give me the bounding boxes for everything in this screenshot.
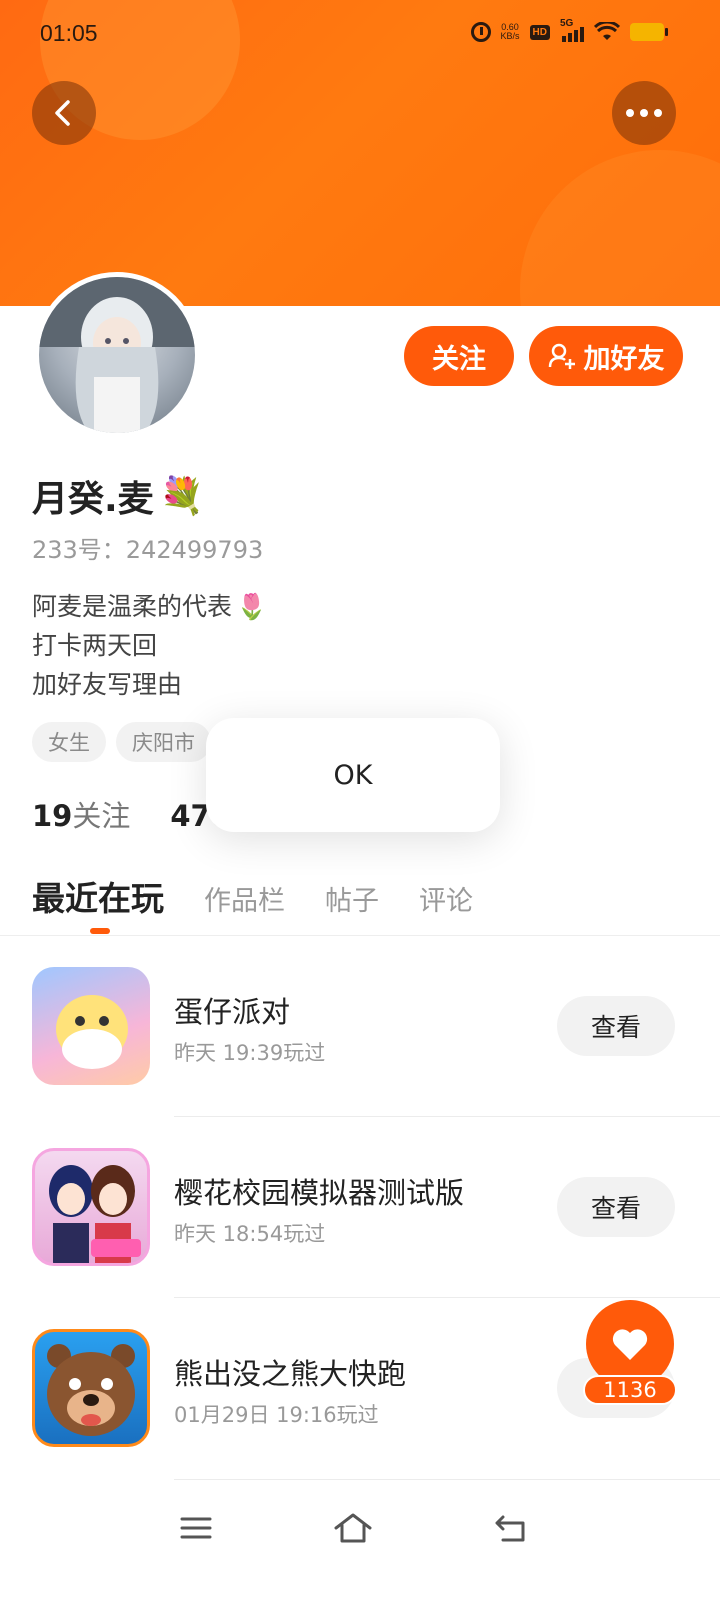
profile-stats: 19关注 470 bbox=[32, 793, 231, 835]
net-speed-unit: KB/s bbox=[500, 31, 520, 41]
stat-following[interactable]: 19关注 bbox=[32, 793, 130, 835]
battery-icon bbox=[630, 23, 668, 41]
game-icon bbox=[32, 967, 150, 1085]
back-button[interactable] bbox=[32, 81, 96, 145]
divider bbox=[0, 935, 720, 936]
network-type: 5G bbox=[560, 18, 574, 29]
alarm-icon bbox=[470, 22, 491, 42]
bio-line-text: 打卡两天回 bbox=[32, 631, 158, 660]
divider bbox=[174, 1297, 720, 1298]
hd-icon: HD bbox=[529, 24, 550, 40]
home-icon[interactable] bbox=[331, 1508, 375, 1548]
bio-line-text: 阿麦是温柔的代表 bbox=[32, 592, 233, 621]
bio-line: 打卡两天回 bbox=[32, 626, 267, 665]
game-title: 蛋仔派对 bbox=[174, 995, 291, 1029]
status-time: 01:05 bbox=[40, 20, 98, 46]
status-icons: 0.60 KB/s HD 5G bbox=[470, 18, 668, 42]
game-icon bbox=[32, 1148, 150, 1266]
profile-name: 月癸.麦 💐 bbox=[32, 470, 205, 522]
profile-banner bbox=[0, 0, 720, 306]
divider bbox=[174, 1479, 720, 1480]
tulip-icon: 🌷 bbox=[236, 592, 268, 621]
game-title: 樱花校园模拟器测试版 bbox=[174, 1176, 465, 1210]
bio-line: 阿麦是温柔的代表 🌷 bbox=[32, 587, 267, 626]
view-button[interactable]: 查看 bbox=[557, 996, 675, 1056]
add-friend-button[interactable]: 加好友 bbox=[529, 326, 683, 386]
game-icon bbox=[32, 1329, 150, 1447]
user-id: 233号：242499793 bbox=[32, 536, 264, 564]
profile-name-text: 月癸.麦 bbox=[32, 479, 154, 520]
bio-line-text: 加好友写理由 bbox=[32, 670, 183, 699]
bio-line: 加好友写理由 bbox=[32, 665, 267, 704]
tab-indicator bbox=[90, 928, 110, 934]
net-speed: 0.60 KB/s bbox=[501, 23, 520, 41]
bio: 阿麦是温柔的代表 🌷 打卡两天回 加好友写理由 bbox=[32, 587, 267, 704]
bouquet-icon: 💐 bbox=[159, 476, 205, 517]
like-count: 1136 bbox=[583, 1375, 677, 1405]
avatar-image bbox=[39, 277, 195, 433]
avatar[interactable] bbox=[34, 272, 200, 438]
profile-tags: 女生 庆阳市 bbox=[32, 722, 211, 762]
banner-decoration bbox=[520, 150, 720, 306]
view-button[interactable]: 查看 bbox=[557, 1177, 675, 1237]
game-time: 昨天 19:39玩过 bbox=[174, 1041, 326, 1065]
following-label: 关注 bbox=[72, 799, 131, 833]
follow-label: 关注 bbox=[432, 343, 486, 375]
game-title: 熊出没之熊大快跑 bbox=[174, 1357, 407, 1391]
heart-icon bbox=[612, 1329, 648, 1360]
tag-gender: 女生 bbox=[32, 722, 106, 762]
list-item[interactable]: 蛋仔派对 昨天 19:39玩过 查看 bbox=[0, 967, 720, 1149]
signal-icon: 5G bbox=[560, 18, 584, 42]
tab-comments[interactable]: 评论 bbox=[419, 879, 473, 918]
tab-works[interactable]: 作品栏 bbox=[204, 879, 285, 918]
back-icon[interactable] bbox=[488, 1508, 532, 1548]
divider bbox=[174, 1116, 720, 1117]
system-nav-bar bbox=[0, 1490, 720, 1600]
wifi-icon bbox=[593, 20, 621, 42]
tag-location: 庆阳市 bbox=[116, 722, 211, 762]
follow-button[interactable]: 关注 bbox=[404, 326, 514, 386]
menu-icon[interactable] bbox=[174, 1508, 218, 1548]
tab-posts[interactable]: 帖子 bbox=[325, 879, 379, 918]
tab-recent-play[interactable]: 最近在玩 bbox=[32, 872, 164, 920]
ok-popup[interactable]: OK bbox=[206, 718, 500, 832]
add-user-icon bbox=[548, 343, 575, 369]
more-options-button[interactable] bbox=[612, 81, 676, 145]
game-time: 01月29日 19:16玩过 bbox=[174, 1403, 379, 1427]
profile-tabs: 最近在玩 作品栏 帖子 评论 bbox=[32, 872, 473, 920]
popup-label: OK bbox=[333, 759, 373, 791]
game-time: 昨天 18:54玩过 bbox=[174, 1222, 326, 1246]
add-friend-label: 加好友 bbox=[583, 343, 665, 375]
following-count: 19 bbox=[32, 799, 73, 833]
chevron-left-icon bbox=[55, 100, 70, 126]
more-dots-icon bbox=[626, 109, 662, 117]
